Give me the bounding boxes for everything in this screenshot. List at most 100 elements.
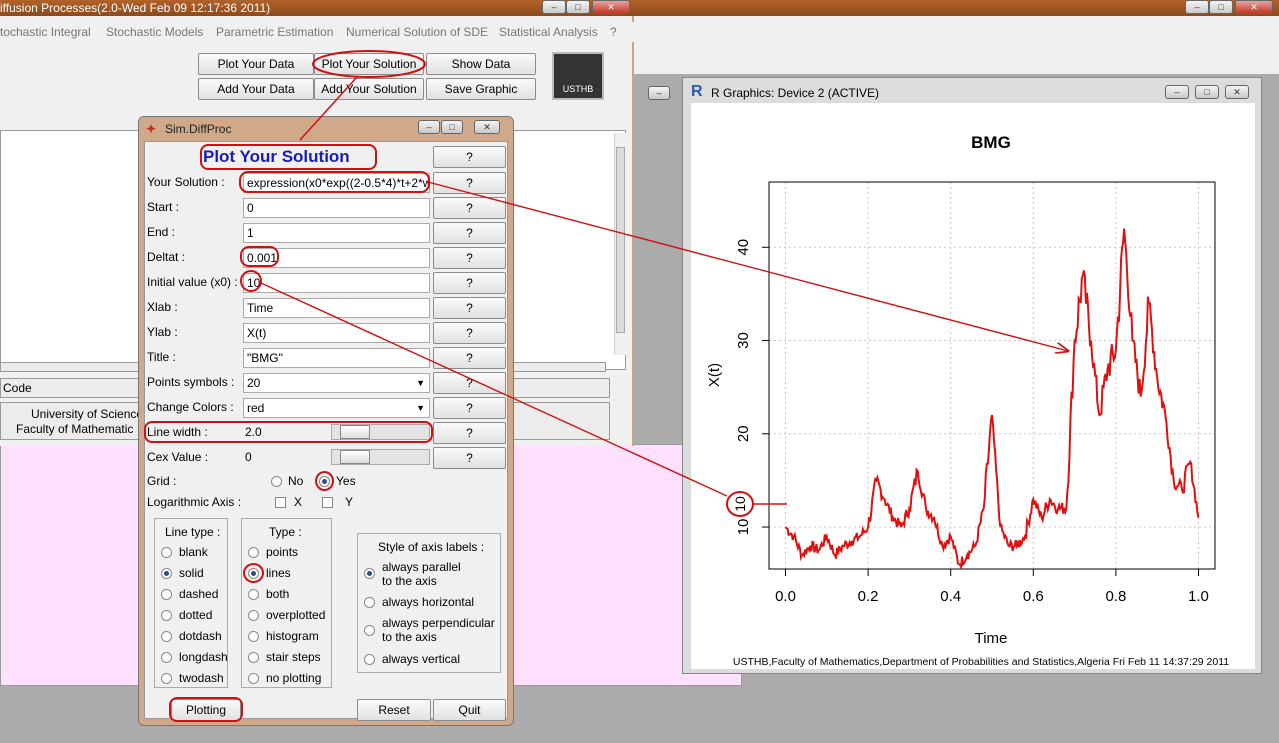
chart-title: BMG <box>971 133 1011 152</box>
scrollbar-thumb[interactable] <box>616 147 625 333</box>
menu-stochastic-models[interactable]: Stochastic Models <box>106 25 203 39</box>
ylab-input[interactable]: X(t) <box>243 323 430 343</box>
close-icon[interactable]: ✕ <box>592 0 630 14</box>
reset-button[interactable]: Reset <box>357 699 431 721</box>
axis-vertical-radio[interactable] <box>364 654 375 665</box>
y-tick-label: 20 <box>735 425 752 442</box>
university-text: University of Science <box>31 407 144 421</box>
type-overplotted-radio[interactable] <box>248 610 259 621</box>
end-input[interactable]: 1 <box>243 223 430 243</box>
add-solution-button[interactable]: Add Your Solution <box>314 78 424 100</box>
help-button[interactable]: ? <box>433 146 506 168</box>
maximize-icon[interactable]: □ <box>1195 85 1219 99</box>
help-button[interactable]: ? <box>433 222 506 244</box>
lt-twodash-radio[interactable] <box>161 673 172 684</box>
vertical-scrollbar[interactable] <box>614 133 626 355</box>
type-stair-steps-radio[interactable] <box>248 652 259 663</box>
menu-numerical-solution[interactable]: Numerical Solution of SDE <box>346 25 488 39</box>
initial-value-input[interactable]: 10 <box>243 273 430 293</box>
solution-input[interactable]: expression(x0*exp((2-0.5*4)*t+2*w <box>243 173 430 193</box>
lt-dashed-radio[interactable] <box>161 589 172 600</box>
chevron-down-icon: ▼ <box>416 403 425 413</box>
close-icon[interactable]: ✕ <box>474 120 500 134</box>
grid-highlight <box>315 471 334 491</box>
minimize-icon[interactable]: – <box>648 86 670 100</box>
maximize-icon[interactable]: □ <box>441 120 463 134</box>
minimize-icon[interactable]: – <box>542 0 566 14</box>
type-histogram-radio[interactable] <box>248 631 259 642</box>
type-points-radio[interactable] <box>248 547 259 558</box>
points-symbols-select[interactable]: 20 ▼ <box>243 373 430 393</box>
deltat-input[interactable]: 0.001 <box>243 248 430 268</box>
help-button[interactable]: ? <box>433 247 506 269</box>
deltat-label: Deltat : <box>147 250 186 264</box>
start-input[interactable]: 0 <box>243 198 430 218</box>
help-button[interactable]: ? <box>433 422 506 444</box>
x-tick-label: 0.8 <box>1105 588 1126 605</box>
r-window-title: R Graphics: Device 2 (ACTIVE) <box>711 86 880 100</box>
points-symbols-label: Points symbols : <box>147 375 235 389</box>
start-label: Start : <box>147 200 180 214</box>
help-button[interactable]: ? <box>433 272 506 294</box>
help-button[interactable]: ? <box>433 322 506 344</box>
chevron-down-icon: ▼ <box>416 378 425 388</box>
maximize-icon[interactable]: □ <box>1209 0 1233 14</box>
save-graphic-button[interactable]: Save Graphic <box>426 78 536 100</box>
axis-horizontal-radio[interactable] <box>364 597 375 608</box>
help-button[interactable]: ? <box>433 397 506 419</box>
quit-button[interactable]: Quit <box>433 699 506 721</box>
add-data-button[interactable]: Add Your Data <box>198 78 314 100</box>
axis-perpendicular-radio[interactable] <box>364 625 375 636</box>
lt-dotted-radio[interactable] <box>161 610 172 621</box>
close-icon[interactable]: ✕ <box>1235 0 1273 14</box>
log-y-checkbox[interactable] <box>322 497 333 508</box>
slider-thumb[interactable] <box>340 450 371 464</box>
grid-no-radio[interactable] <box>271 476 282 487</box>
plot-solution-button[interactable]: Plot Your Solution <box>314 53 424 75</box>
lt-dotted-label: dotted <box>179 608 213 622</box>
menu-statistical-analysis[interactable]: Statistical Analysis <box>499 25 598 39</box>
line-type-title: Line type : <box>165 525 221 539</box>
type-no-plotting-label: no plotting <box>266 671 322 685</box>
lt-blank-radio[interactable] <box>161 547 172 558</box>
menu-help[interactable]: ? <box>610 25 617 39</box>
faculty-text: Faculty of Mathematic <box>16 422 134 436</box>
title-label: Title : <box>147 350 176 364</box>
xlab-input[interactable]: Time <box>243 298 430 318</box>
line-width-highlight <box>144 421 433 443</box>
bmg-chart: BMG Time X(t) USTHB,Faculty of Mathemati… <box>706 133 1229 668</box>
help-button[interactable]: ? <box>433 197 506 219</box>
title-input[interactable]: "BMG" <box>243 348 430 368</box>
outer-window-title: iffusion Processes(2.0-Wed Feb 09 12:17:… <box>0 1 271 15</box>
end-label: End : <box>147 225 176 239</box>
lt-dotdash-radio[interactable] <box>161 631 172 642</box>
minimize-icon[interactable]: – <box>418 120 440 134</box>
menu-stochastic-integral[interactable]: tochastic Integral <box>0 25 91 39</box>
close-icon[interactable]: ✕ <box>1225 85 1249 99</box>
minimize-icon[interactable]: – <box>1165 85 1189 99</box>
show-data-button[interactable]: Show Data <box>426 53 536 75</box>
x-tick-label: 0.0 <box>775 588 796 605</box>
help-button[interactable]: ? <box>433 347 506 369</box>
type-no-plotting-radio[interactable] <box>248 673 259 684</box>
cex-slider[interactable] <box>331 449 430 465</box>
tk-icon: ✦ <box>146 122 157 136</box>
log-x-checkbox[interactable] <box>275 497 286 508</box>
change-colors-select[interactable]: red ▼ <box>243 398 430 418</box>
points-symbols-value: 20 <box>247 376 261 390</box>
usthb-logo: USTHB <box>552 52 604 100</box>
help-button[interactable]: ? <box>433 172 506 194</box>
lt-solid-radio[interactable] <box>161 568 172 579</box>
type-both-radio[interactable] <box>248 589 259 600</box>
plot-data-button[interactable]: Plot Your Data <box>198 53 314 75</box>
lt-blank-label: blank <box>179 545 208 559</box>
menu-parametric-estimation[interactable]: Parametric Estimation <box>216 25 333 39</box>
ylab-label: Ylab : <box>147 325 178 339</box>
minimize-icon[interactable]: – <box>1185 0 1209 14</box>
lt-longdash-radio[interactable] <box>161 652 172 663</box>
help-button[interactable]: ? <box>433 297 506 319</box>
maximize-icon[interactable]: □ <box>566 0 590 14</box>
help-button[interactable]: ? <box>433 447 506 469</box>
axis-parallel-radio[interactable] <box>364 568 375 579</box>
help-button[interactable]: ? <box>433 372 506 394</box>
